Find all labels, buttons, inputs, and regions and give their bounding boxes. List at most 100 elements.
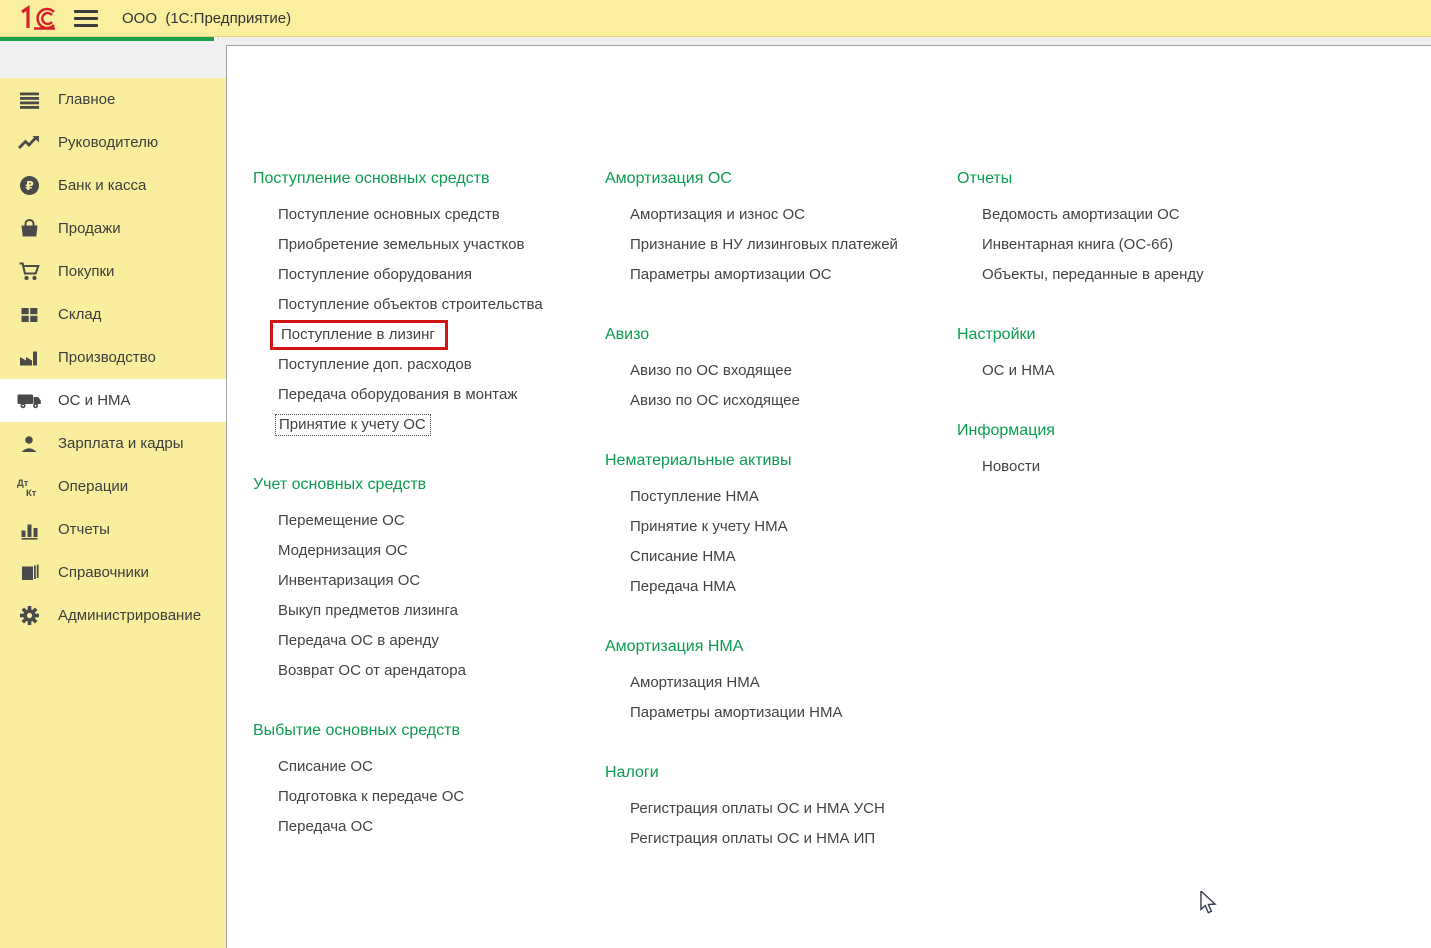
- command-group: Отчеты Ведомость амортизации ОС Инвентарна…: [957, 164, 1302, 290]
- command-group: Амортизация ОС Амортизация и износ ОС Приз…: [605, 164, 950, 290]
- svg-text:₽: ₽: [25, 179, 33, 193]
- menu-link-row: Регистрация оплаты ОС и НМА ИП: [605, 824, 950, 854]
- menu-link-row: Принятие к учету ОС: [253, 410, 598, 440]
- menu-link[interactable]: Перемещение ОС: [278, 512, 405, 529]
- menu-link-row: Выкуп предметов лизинга: [253, 596, 598, 626]
- commands-column-3: Отчеты Ведомость амортизации ОС Инвентарна…: [957, 46, 1302, 512]
- section-commands-panel: Поступление основных средств Поступление …: [226, 45, 1431, 948]
- person-icon: [0, 434, 58, 454]
- menu-link[interactable]: Передача НМА: [630, 578, 736, 595]
- sidebar-item-label: ОС и НМА: [58, 392, 131, 409]
- menu-link[interactable]: Принятие к учету НМА: [630, 518, 788, 535]
- menu-link-row: Передача НМА: [605, 572, 950, 602]
- menu-link-row: Поступление оборудования: [253, 260, 598, 290]
- command-group: Налоги Регистрация оплаты ОС и НМА УСН Рег…: [605, 758, 950, 854]
- menu-link[interactable]: Объекты, переданные в аренду: [982, 266, 1204, 283]
- menu-link[interactable]: Авизо по ОС исходящее: [630, 392, 800, 409]
- sidebar-item[interactable]: Главное: [0, 78, 226, 121]
- menu-link[interactable]: Регистрация оплаты ОС и НМА ИП: [630, 830, 875, 847]
- menu-link[interactable]: Амортизация НМА: [630, 674, 760, 691]
- menu-link[interactable]: Принятие к учету ОС: [275, 414, 431, 436]
- menu-link[interactable]: Поступление доп. расходов: [278, 356, 472, 373]
- command-group-title[interactable]: Учет основных средств: [253, 470, 598, 500]
- menu-link[interactable]: Модернизация ОС: [278, 542, 408, 559]
- books-icon: [0, 562, 58, 583]
- command-group-title[interactable]: Информация: [957, 416, 1302, 446]
- menu-link-row: Регистрация оплаты ОС и НМА УСН: [605, 794, 950, 824]
- sidebar-item[interactable]: Руководителю: [0, 121, 226, 164]
- menu-link[interactable]: Новости: [982, 458, 1040, 475]
- menu-link[interactable]: Ведомость амортизации ОС: [982, 206, 1180, 223]
- menu-link[interactable]: Поступление объектов строительства: [278, 296, 543, 313]
- menu-link-row: ОС и НМА: [957, 356, 1302, 386]
- menu-link[interactable]: Выкуп предметов лизинга: [278, 602, 458, 619]
- command-group-title[interactable]: Нематериальные активы: [605, 446, 950, 476]
- command-group-title[interactable]: Отчеты: [957, 164, 1302, 194]
- menu-link-row: Принятие к учету НМА: [605, 512, 950, 542]
- sidebar-item-label: Склад: [58, 306, 101, 323]
- commands-column-1: Поступление основных средств Поступление …: [253, 46, 598, 872]
- menu-link[interactable]: Приобретение земельных участков: [278, 236, 524, 253]
- menu-link[interactable]: Параметры амортизации ОС: [630, 266, 832, 283]
- sidebar-item[interactable]: Администрирование: [0, 594, 226, 637]
- main-menu-icon[interactable]: [74, 10, 98, 27]
- menu-link-row: Амортизация и износ ОС: [605, 200, 950, 230]
- sidebar-item-label: Зарплата и кадры: [58, 435, 184, 452]
- menu-link-row: Приобретение земельных участков: [253, 230, 598, 260]
- sidebar-item[interactable]: ₽ Банк и касса: [0, 164, 226, 207]
- sidebar-item[interactable]: Зарплата и кадры: [0, 422, 226, 465]
- sidebar-item[interactable]: Производство: [0, 336, 226, 379]
- menu-link[interactable]: Регистрация оплаты ОС и НМА УСН: [630, 800, 885, 817]
- menu-link-row: Поступление основных средств: [253, 200, 598, 230]
- menu-link[interactable]: ОС и НМА: [982, 362, 1055, 379]
- command-group-title[interactable]: Авизо: [605, 320, 950, 350]
- menu-link[interactable]: Авизо по ОС входящее: [630, 362, 792, 379]
- menu-link[interactable]: Возврат ОС от арендатора: [278, 662, 466, 679]
- sidebar-item[interactable]: Отчеты: [0, 508, 226, 551]
- menu-link[interactable]: Передача оборудования в монтаж: [278, 386, 517, 403]
- sidebar-item[interactable]: ДтКтОперации: [0, 465, 226, 508]
- command-group-title[interactable]: Амортизация ОС: [605, 164, 950, 194]
- menu-link[interactable]: Передача ОС в аренду: [278, 632, 439, 649]
- sidebar-item[interactable]: Покупки: [0, 250, 226, 293]
- sidebar-item[interactable]: Продажи: [0, 207, 226, 250]
- menu-link[interactable]: Поступление НМА: [630, 488, 759, 505]
- factory-icon: [0, 348, 58, 368]
- menu-link[interactable]: Списание НМА: [630, 548, 736, 565]
- trend-icon: [0, 133, 58, 153]
- sidebar-item[interactable]: ОС и НМА: [0, 379, 226, 422]
- menu-link-row: Передача ОС в аренду: [253, 626, 598, 656]
- menu-link[interactable]: Списание ОС: [278, 758, 373, 775]
- menu-link[interactable]: Поступление оборудования: [278, 266, 472, 283]
- menu-link[interactable]: Инвентаризация ОС: [278, 572, 420, 589]
- sidebar-item-label: Отчеты: [58, 521, 110, 538]
- sidebar-item-label: Банк и касса: [58, 177, 146, 194]
- command-group-title[interactable]: Выбытие основных средств: [253, 716, 598, 746]
- menu-link[interactable]: Признание в НУ лизинговых платежей: [630, 236, 898, 253]
- menu-lines-icon: [0, 90, 58, 110]
- sidebar-item-label: Операции: [58, 478, 128, 495]
- active-tab-underline: [0, 37, 214, 41]
- menu-link[interactable]: Подготовка к передаче ОС: [278, 788, 464, 805]
- command-group-title[interactable]: Поступление основных средств: [253, 164, 598, 194]
- command-group-title[interactable]: Налоги: [605, 758, 950, 788]
- menu-link[interactable]: Инвентарная книга (ОС-6б): [982, 236, 1173, 253]
- menu-link-highlighted[interactable]: Поступление в лизинг: [270, 320, 448, 350]
- menu-link-row: Признание в НУ лизинговых платежей: [605, 230, 950, 260]
- menu-link-row: Подготовка к передаче ОС: [253, 782, 598, 812]
- gear-icon: [0, 605, 58, 626]
- dtkt-icon: ДтКт: [0, 476, 58, 498]
- sidebar-item[interactable]: Справочники: [0, 551, 226, 594]
- command-group: Настройки ОС и НМА: [957, 320, 1302, 386]
- command-group-title[interactable]: Настройки: [957, 320, 1302, 350]
- menu-link-row: Передача оборудования в монтаж: [253, 380, 598, 410]
- menu-link[interactable]: Поступление основных средств: [278, 206, 500, 223]
- menu-link[interactable]: Параметры амортизации НМА: [630, 704, 842, 721]
- sidebar-item-label: Администрирование: [58, 607, 201, 624]
- sidebar-item[interactable]: Склад: [0, 293, 226, 336]
- menu-link[interactable]: Передача ОС: [278, 818, 373, 835]
- menu-link-row: Объекты, переданные в аренду: [957, 260, 1302, 290]
- command-group-title[interactable]: Амортизация НМА: [605, 632, 950, 662]
- top-bar: ООО (1С:Предприятие): [0, 0, 1431, 37]
- menu-link[interactable]: Амортизация и износ ОС: [630, 206, 805, 223]
